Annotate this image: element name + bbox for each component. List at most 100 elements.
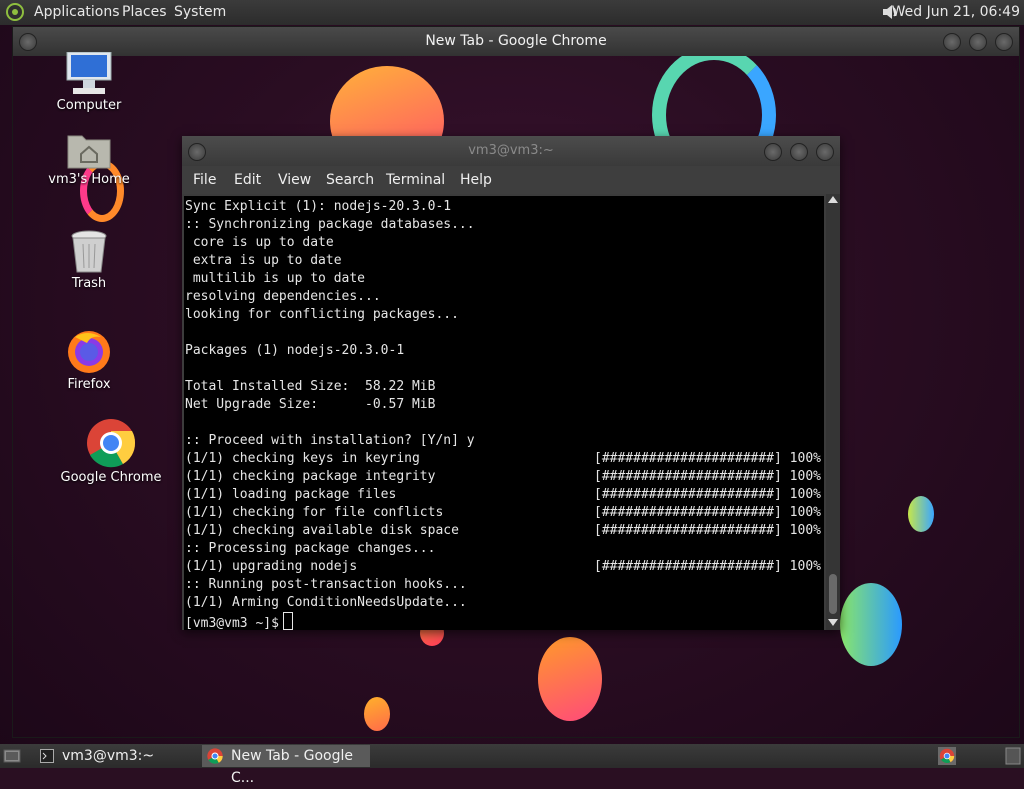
desktop-icon-label: Computer — [56, 98, 122, 113]
progress-bar-text: [######################] 100% — [594, 523, 821, 538]
home-folder-icon — [67, 135, 111, 169]
window-menu-button[interactable] — [188, 143, 206, 161]
close-button[interactable] — [995, 33, 1013, 51]
bottom-panel: vm3@vm3:~ New Tab - Google C... — [0, 744, 1024, 786]
terminal-line: :: Processing package changes... — [185, 540, 435, 558]
progress-bar-text: [######################] 100% — [594, 559, 821, 574]
distro-logo-icon[interactable] — [6, 3, 24, 21]
progress-bar-text: [######################] 100% — [594, 451, 821, 466]
terminal-line: Net Upgrade Size: -0.57 MiB — [185, 396, 435, 414]
maximize-button[interactable] — [790, 143, 808, 161]
terminal-scrollbar[interactable] — [826, 194, 840, 630]
terminal-titlebar[interactable]: vm3@vm3:~ — [182, 136, 840, 166]
clock[interactable]: Wed Jun 21, 06:49 — [892, 4, 1020, 20]
terminal-line-text: Packages (1) nodejs-20.3.0-1 — [185, 343, 405, 358]
terminal-line: (1/1) loading package files [############… — [185, 486, 821, 504]
desktop-icon-computer[interactable]: Computer — [44, 52, 134, 113]
minimize-button[interactable] — [764, 143, 782, 161]
chrome-icon — [87, 419, 136, 468]
terminal-line: multilib is up to date — [185, 270, 365, 288]
chrome-titlebar[interactable]: New Tab - Google Chrome — [13, 27, 1019, 56]
progress-bar-text: [######################] 100% — [594, 487, 821, 502]
taskbar-item-chrome[interactable]: New Tab - Google C... — [202, 745, 370, 786]
terminal-line: Packages (1) nodejs-20.3.0-1 — [185, 342, 404, 360]
trash-icon — [71, 230, 107, 273]
workspace-switcher-icon[interactable] — [1005, 747, 1021, 765]
terminal-line-text: :: Processing package changes... — [185, 541, 436, 556]
terminal-line: resolving dependencies... — [185, 288, 381, 306]
terminal-line-text: (1/1) checking available disk space — [185, 523, 459, 538]
progress-bar-text: [######################] 100% — [594, 469, 821, 484]
places-menu[interactable]: Places — [122, 4, 167, 20]
terminal-line-text: multilib is up to date — [185, 271, 366, 286]
progress-bar-text: [######################] 100% — [594, 505, 821, 520]
chrome-icon — [207, 748, 223, 764]
terminal-menubar: File Edit View Search Terminal Help — [182, 166, 840, 194]
terminal-window: vm3@vm3:~ File Edit View Search Terminal… — [182, 136, 840, 631]
terminal-line-text: :: Proceed with installation? [Y/n] y — [185, 433, 475, 448]
shell-prompt: [vm3@vm3 ~]$ — [185, 616, 279, 631]
terminal-line-text: core is up to date — [185, 235, 334, 250]
menu-help[interactable]: Help — [460, 172, 492, 188]
terminal-output[interactable]: Sync Explicit (1): nodejs-20.3.0-1:: Syn… — [184, 196, 824, 631]
terminal-line: (1/1) checking keys in keyring [#########… — [185, 450, 821, 468]
menu-view[interactable]: View — [278, 172, 311, 188]
taskbar-item-terminal[interactable]: vm3@vm3:~ — [34, 745, 200, 767]
window-menu-button[interactable] — [19, 33, 37, 51]
chrome-window-title: New Tab - Google Chrome — [425, 33, 607, 49]
scrollbar-thumb[interactable] — [829, 574, 837, 614]
desktop-icon-firefox[interactable]: Firefox — [44, 327, 134, 392]
terminal-line-text: :: Synchronizing package databases... — [185, 217, 475, 232]
text-cursor — [282, 612, 293, 630]
terminal-prompt-line[interactable]: [vm3@vm3 ~]$ — [185, 612, 293, 631]
terminal-window-title: vm3@vm3:~ — [468, 143, 554, 158]
terminal-line: (1/1) checking available disk space [####… — [185, 522, 821, 540]
terminal-line: extra is up to date — [185, 252, 342, 270]
menu-search[interactable]: Search — [326, 172, 374, 188]
desktop-icon-trash[interactable]: Trash — [44, 230, 134, 291]
terminal-line-text: (1/1) checking keys in keyring — [185, 451, 420, 466]
desktop-icon-label: vm3's Home — [48, 172, 130, 187]
terminal-line: (1/1) Arming ConditionNeedsUpdate... — [185, 594, 467, 612]
scroll-down-arrow-icon[interactable] — [828, 619, 838, 626]
terminal-line-text: resolving dependencies... — [185, 289, 381, 304]
terminal-line: Sync Explicit (1): nodejs-20.3.0-1 — [185, 198, 451, 216]
terminal-line: Total Installed Size: 58.22 MiB — [185, 378, 435, 396]
minimize-button[interactable] — [943, 33, 961, 51]
terminal-line-text: (1/1) Arming ConditionNeedsUpdate... — [185, 595, 467, 610]
terminal-line: (1/1) checking for file conflicts [######… — [185, 504, 821, 522]
terminal-line-text: :: Running post-transaction hooks... — [185, 577, 467, 592]
terminal-line: core is up to date — [185, 234, 334, 252]
terminal-line: looking for conflicting packages... — [185, 306, 459, 324]
terminal-line-text: extra is up to date — [185, 253, 342, 268]
menu-terminal[interactable]: Terminal — [386, 172, 445, 188]
terminal-line-text: Sync Explicit (1): nodejs-20.3.0-1 — [185, 199, 452, 214]
desktop-icon-label: Firefox — [67, 377, 111, 392]
chrome-tray-icon[interactable] — [938, 747, 956, 765]
maximize-button[interactable] — [969, 33, 987, 51]
close-button[interactable] — [816, 143, 834, 161]
terminal-line: (1/1) upgrading nodejs [#################… — [185, 558, 821, 576]
system-menu[interactable]: System — [174, 4, 226, 20]
terminal-line: (1/1) checking package integrity [#######… — [185, 468, 821, 486]
terminal-line: :: Running post-transaction hooks... — [185, 576, 467, 594]
taskbar-item-label: New Tab - Google C... — [231, 748, 354, 786]
desktop-icon-label: Google Chrome — [60, 470, 162, 485]
scroll-up-arrow-icon[interactable] — [828, 196, 838, 203]
menu-edit[interactable]: Edit — [234, 172, 261, 188]
firefox-icon — [68, 331, 110, 373]
menu-file[interactable]: File — [193, 172, 216, 188]
terminal-line: :: Synchronizing package databases... — [185, 216, 475, 234]
desktop-icon-home[interactable]: vm3's Home — [44, 130, 134, 187]
terminal-line-text: (1/1) checking for file conflicts — [185, 505, 444, 520]
show-desktop-icon[interactable] — [3, 747, 21, 765]
terminal-line-text: (1/1) loading package files — [185, 487, 397, 502]
applications-menu[interactable]: Applications — [34, 4, 120, 20]
terminal-line: :: Proceed with installation? [Y/n] y — [185, 432, 475, 450]
terminal-icon — [40, 749, 54, 763]
desktop-icon-chrome[interactable]: Google Chrome — [61, 418, 161, 485]
top-panel: Applications Places System Wed Jun 21, 0… — [0, 0, 1024, 25]
terminal-line-text: (1/1) upgrading nodejs — [185, 559, 358, 574]
terminal-line-text: (1/1) checking package integrity — [185, 469, 436, 484]
desktop-icon-label: Trash — [71, 276, 107, 291]
